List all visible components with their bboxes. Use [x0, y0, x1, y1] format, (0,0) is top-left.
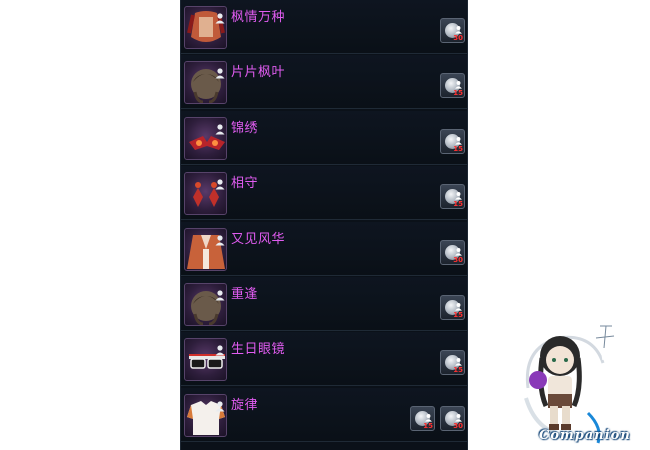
- price-coin-icon[interactable]: 30: [440, 406, 465, 431]
- item-name: 枫情万种: [231, 10, 286, 25]
- page: 枫情万种 30 片片枫叶 15 锦绣 15 相守 15 又见风华 30 重逢 15 生日眼镜 15 旋律 15…: [0, 0, 650, 450]
- item-row[interactable]: 生日眼镜 15: [181, 332, 467, 386]
- price-amount: 15: [453, 311, 463, 319]
- person-icon: [214, 175, 226, 190]
- item-name: 相守: [231, 176, 259, 191]
- item-list: 枫情万种 30 片片枫叶 15 锦绣 15 相守 15 又见风华 30 重逢 15 生日眼镜 15 旋律 15…: [180, 0, 468, 450]
- item-name: 又见风华: [231, 232, 286, 247]
- price-amount: 15: [453, 89, 463, 97]
- person-icon: [214, 9, 226, 24]
- price-coin-icon[interactable]: 30: [440, 18, 465, 43]
- person-icon: [214, 64, 226, 79]
- price-amount: 15: [453, 366, 463, 374]
- person-icon: [214, 120, 226, 135]
- price-amount: 30: [453, 256, 463, 264]
- price-coin-icon[interactable]: 15: [410, 406, 435, 431]
- person-icon: [214, 231, 226, 246]
- price-amount: 15: [423, 422, 433, 430]
- item-name: 片片枫叶: [231, 65, 286, 80]
- person-icon: [214, 397, 226, 412]
- price-coin-icon[interactable]: 15: [440, 184, 465, 209]
- price-coin-icon[interactable]: 15: [440, 73, 465, 98]
- item-row[interactable]: 枫情万种 30: [181, 0, 467, 54]
- price-amount: 30: [453, 422, 463, 430]
- item-row[interactable]: 片片枫叶 15: [181, 55, 467, 109]
- price-coin-icon[interactable]: 15: [440, 129, 465, 154]
- price-coin-icon[interactable]: 15: [440, 295, 465, 320]
- watermark-label: Companion: [539, 428, 631, 443]
- item-name: 旋律: [231, 398, 259, 413]
- item-row[interactable]: 相守 15: [181, 166, 467, 220]
- price-amount: 15: [453, 200, 463, 208]
- price-coin-icon[interactable]: 30: [440, 240, 465, 265]
- item-row[interactable]: 重逢 15: [181, 277, 467, 331]
- price-amount: 15: [453, 145, 463, 153]
- item-name: 锦绣: [231, 121, 259, 136]
- person-icon: [214, 341, 226, 356]
- person-icon: [214, 286, 226, 301]
- item-row[interactable]: 又见风华 30: [181, 222, 467, 276]
- price-coin-icon[interactable]: 15: [440, 350, 465, 375]
- item-row[interactable]: 旋律 15 30: [181, 388, 467, 442]
- price-amount: 30: [453, 34, 463, 42]
- item-name: 生日眼镜: [231, 342, 286, 357]
- item-row[interactable]: 锦绣 15: [181, 111, 467, 165]
- item-name: 重逢: [231, 287, 259, 302]
